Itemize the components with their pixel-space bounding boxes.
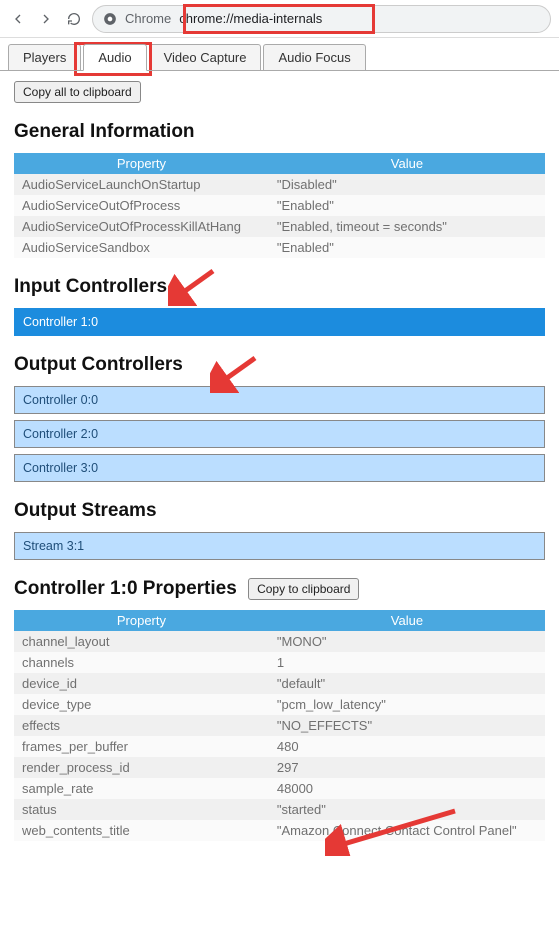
section-heading-output: Output Controllers [14,354,545,376]
prop-cell: effects [14,715,269,736]
table-row: render_process_id297 [14,757,545,778]
val-cell: 297 [269,757,545,778]
output-controllers-list: Controller 0:0 Controller 2:0 Controller 3… [14,386,545,482]
val-cell: 48000 [269,778,545,799]
output-streams-list: Stream 3:1 [14,532,545,560]
controller-row[interactable]: Controller 3:0 [14,454,545,482]
prop-cell: device_type [14,694,269,715]
section-heading-general: General Information [14,121,545,143]
col-value: Value [269,153,545,174]
table-row: sample_rate48000 [14,778,545,799]
section-heading-properties: Controller 1:0 Properties Copy to clipbo… [14,578,545,600]
val-cell: "pcm_low_latency" [269,694,545,715]
tab-video-capture[interactable]: Video Capture [149,44,262,71]
val-cell: "Disabled" [269,174,545,195]
table-row: effects"NO_EFFECTS" [14,715,545,736]
val-cell: "MONO" [269,631,545,652]
address-bar[interactable]: Chrome chrome://media-internals [92,5,551,33]
input-controllers-list: Controller 1:0 [14,308,545,336]
controller-props-table: Property Value channel_layout"MONO"chann… [14,610,545,841]
controller-row[interactable]: Controller 1:0 [14,308,545,336]
prop-cell: AudioServiceOutOfProcess [14,195,269,216]
table-row: channel_layout"MONO" [14,631,545,652]
val-cell: "Enabled" [269,237,545,258]
reload-button[interactable] [64,9,84,29]
prop-cell: web_contents_title [14,820,269,841]
col-property: Property [14,610,269,631]
prop-cell: device_id [14,673,269,694]
table-row: AudioServiceSandbox"Enabled" [14,237,545,258]
table-row: channels1 [14,652,545,673]
val-cell: 1 [269,652,545,673]
copy-properties-button[interactable]: Copy to clipboard [248,578,359,600]
table-row: device_type"pcm_low_latency" [14,694,545,715]
val-cell: "Amazon Connect Contact Control Panel" [269,820,545,841]
section-heading-streams: Output Streams [14,500,545,522]
table-row: AudioServiceOutOfProcessKillAtHang"Enabl… [14,216,545,237]
prop-cell: channels [14,652,269,673]
tab-players[interactable]: Players [8,44,81,71]
copy-all-button[interactable]: Copy all to clipboard [14,81,141,103]
tab-bar: Players Audio Video Capture Audio Focus [0,38,559,71]
tab-audio-focus[interactable]: Audio Focus [263,44,365,71]
prop-cell: AudioServiceLaunchOnStartup [14,174,269,195]
val-cell: "Enabled" [269,195,545,216]
val-cell: "NO_EFFECTS" [269,715,545,736]
prop-cell: status [14,799,269,820]
col-property: Property [14,153,269,174]
arrow-right-icon [38,11,54,27]
reload-icon [66,11,82,27]
forward-button[interactable] [36,9,56,29]
arrow-left-icon [10,11,26,27]
prop-cell: AudioServiceOutOfProcessKillAtHang [14,216,269,237]
prop-cell: channel_layout [14,631,269,652]
properties-title: Controller 1:0 Properties [14,578,237,599]
page-content: Copy all to clipboard General Informatio… [0,70,559,861]
url-text: chrome://media-internals [179,11,322,26]
url-protocol-label: Chrome [125,11,171,26]
col-value: Value [269,610,545,631]
controller-row[interactable]: Controller 0:0 [14,386,545,414]
prop-cell: sample_rate [14,778,269,799]
back-button[interactable] [8,9,28,29]
chrome-icon [103,12,117,26]
prop-cell: frames_per_buffer [14,736,269,757]
table-row: web_contents_title"Amazon Connect Contac… [14,820,545,841]
table-row: frames_per_buffer480 [14,736,545,757]
val-cell: "default" [269,673,545,694]
table-row: AudioServiceLaunchOnStartup"Disabled" [14,174,545,195]
prop-cell: render_process_id [14,757,269,778]
val-cell: "Enabled, timeout = seconds" [269,216,545,237]
table-row: status"started" [14,799,545,820]
table-row: device_id"default" [14,673,545,694]
tab-audio[interactable]: Audio [83,44,146,71]
val-cell: 480 [269,736,545,757]
prop-cell: AudioServiceSandbox [14,237,269,258]
browser-toolbar: Chrome chrome://media-internals [0,0,559,38]
controller-row[interactable]: Controller 2:0 [14,420,545,448]
table-row: AudioServiceOutOfProcess"Enabled" [14,195,545,216]
stream-row[interactable]: Stream 3:1 [14,532,545,560]
section-heading-input: Input Controllers [14,276,545,298]
general-info-table: Property Value AudioServiceLaunchOnStart… [14,153,545,258]
val-cell: "started" [269,799,545,820]
